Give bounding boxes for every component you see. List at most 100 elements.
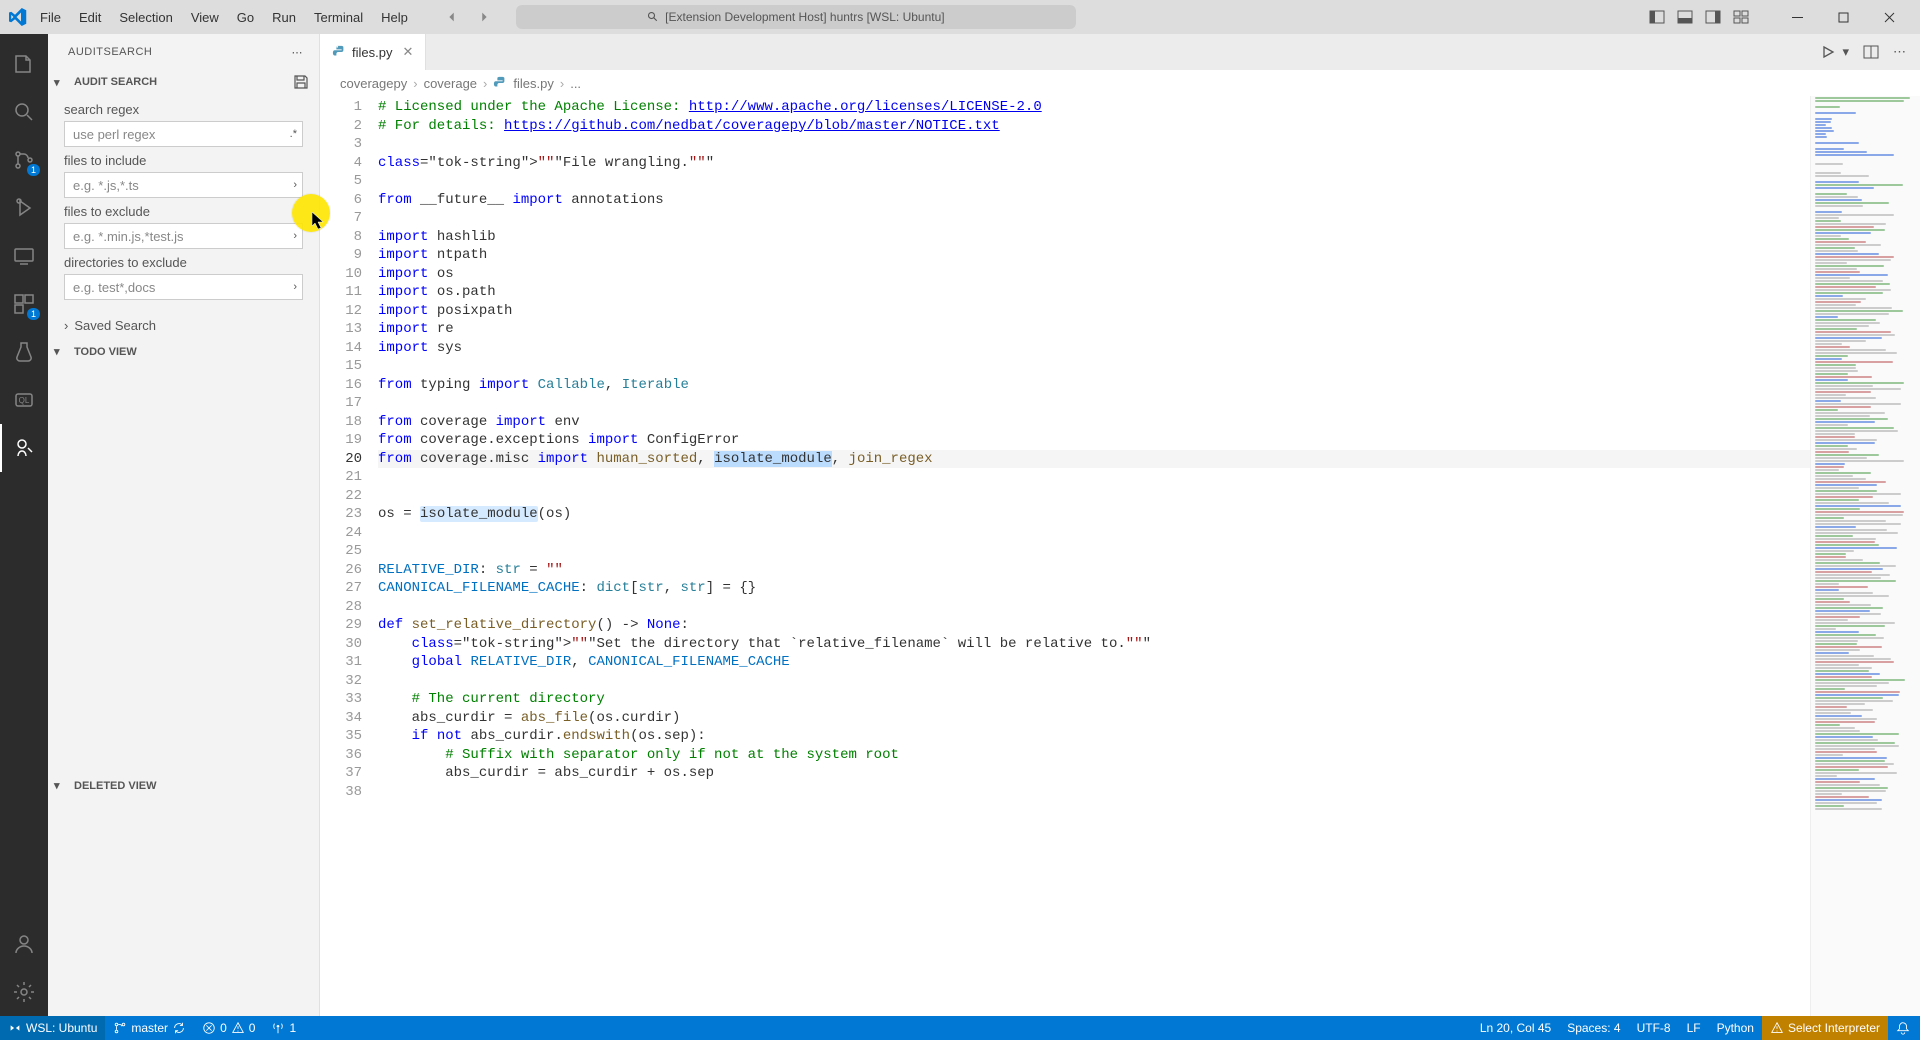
audit-search-fields: search regex .* files to include › files… — [48, 94, 319, 310]
maximize-button[interactable] — [1820, 0, 1866, 34]
nav-arrows — [440, 5, 496, 29]
activity-bar: 1 1 QL — [0, 34, 48, 1016]
error-icon — [202, 1021, 216, 1035]
files-exclude-label: files to exclude — [64, 204, 303, 219]
breadcrumb[interactable]: coveragepy › coverage › files.py › ... — [320, 70, 1920, 96]
activity-extensions-icon[interactable]: 1 — [0, 280, 48, 328]
command-center-text: [Extension Development Host] huntrs [WSL… — [665, 10, 944, 24]
notifications[interactable] — [1888, 1016, 1920, 1040]
svg-text:QL: QL — [19, 396, 30, 405]
activity-search-icon[interactable] — [0, 88, 48, 136]
minimize-button[interactable] — [1774, 0, 1820, 34]
remote-indicator[interactable]: WSL: Ubuntu — [0, 1016, 105, 1040]
activity-remote-icon[interactable] — [0, 232, 48, 280]
menu-file[interactable]: File — [32, 6, 69, 29]
code-content[interactable]: # Licensed under the Apache License: htt… — [378, 96, 1810, 1016]
menu-terminal[interactable]: Terminal — [306, 6, 371, 29]
git-branch[interactable]: master — [105, 1016, 194, 1040]
activity-explorer-icon[interactable] — [0, 40, 48, 88]
section-audit-search-label: AUDIT SEARCH — [74, 76, 157, 88]
section-todo-view[interactable]: ▾ TODO VIEW — [48, 341, 319, 362]
toggle-panel-icon[interactable] — [1676, 8, 1694, 26]
toggle-secondary-sidebar-icon[interactable] — [1704, 8, 1722, 26]
run-icon[interactable] — [1820, 44, 1836, 60]
nav-forward-icon[interactable] — [472, 5, 496, 29]
warning-icon — [231, 1021, 245, 1035]
split-editor-icon[interactable] — [1863, 44, 1879, 60]
activity-settings-icon[interactable] — [0, 968, 48, 1016]
select-interpreter[interactable]: Select Interpreter — [1762, 1016, 1888, 1040]
files-exclude-input[interactable] — [64, 223, 303, 249]
sidebar-header: AUDITSEARCH ⋯ — [48, 34, 319, 70]
close-button[interactable] — [1866, 0, 1912, 34]
crumb-3[interactable]: ... — [570, 76, 581, 91]
menu-help[interactable]: Help — [373, 6, 416, 29]
close-icon[interactable]: ✕ — [402, 44, 413, 60]
editor-body[interactable]: 1234567891011121314151617181920212223242… — [320, 96, 1920, 1016]
crumb-2[interactable]: files.py — [513, 76, 553, 91]
history-chevron-icon[interactable]: › — [293, 179, 297, 191]
history-chevron-icon[interactable]: › — [293, 281, 297, 293]
menu-selection[interactable]: Selection — [111, 6, 180, 29]
minimap[interactable] — [1810, 96, 1920, 1016]
problems[interactable]: 0 0 — [194, 1016, 263, 1040]
indentation[interactable]: Spaces: 4 — [1559, 1016, 1628, 1040]
chevron-down-icon[interactable]: ▾ — [1842, 44, 1849, 60]
ports[interactable]: 1 — [263, 1016, 304, 1040]
dirs-exclude-input[interactable] — [64, 274, 303, 300]
menu-run[interactable]: Run — [264, 6, 304, 29]
language-mode[interactable]: Python — [1709, 1016, 1762, 1040]
search-regex-input[interactable] — [64, 121, 303, 147]
python-file-icon — [332, 45, 346, 59]
window-controls — [1774, 0, 1912, 34]
menu-view[interactable]: View — [183, 6, 227, 29]
activity-scm-icon[interactable]: 1 — [0, 136, 48, 184]
nav-back-icon[interactable] — [440, 5, 464, 29]
more-actions-icon[interactable]: ⋯ — [292, 46, 304, 59]
radio-tower-icon — [271, 1021, 285, 1035]
tab-actions: ▾ ⋯ — [1820, 34, 1920, 70]
chevron-right-icon: › — [560, 76, 564, 91]
main-menu: File Edit Selection View Go Run Terminal… — [32, 6, 416, 29]
section-deleted-view[interactable]: ▾ DELETED VIEW — [48, 775, 319, 796]
warning-count: 0 — [249, 1021, 256, 1035]
save-icon[interactable] — [293, 74, 309, 90]
files-include-label: files to include — [64, 153, 303, 168]
tab-files-py[interactable]: files.py ✕ — [320, 34, 426, 70]
customize-layout-icon[interactable] — [1732, 8, 1750, 26]
branch-name: master — [131, 1021, 168, 1035]
eol[interactable]: LF — [1679, 1016, 1709, 1040]
tab-bar: files.py ✕ ▾ ⋯ — [320, 34, 1920, 70]
more-icon[interactable]: ⋯ — [1893, 44, 1906, 60]
interpreter-label: Select Interpreter — [1788, 1021, 1880, 1035]
cursor-position[interactable]: Ln 20, Col 45 — [1472, 1016, 1559, 1040]
chevron-right-icon: › — [64, 318, 68, 333]
toggle-primary-sidebar-icon[interactable] — [1648, 8, 1666, 26]
chevron-right-icon: › — [413, 76, 417, 91]
section-todo-view-label: TODO VIEW — [74, 346, 137, 358]
activity-auditsearch-icon[interactable] — [0, 424, 48, 472]
history-chevron-icon[interactable]: › — [293, 230, 297, 242]
menu-edit[interactable]: Edit — [71, 6, 109, 29]
title-bar: File Edit Selection View Go Run Terminal… — [0, 0, 1920, 34]
saved-search-label: Saved Search — [74, 318, 156, 333]
sidebar-title: AUDITSEARCH — [68, 46, 152, 58]
crumb-1[interactable]: coverage — [424, 76, 477, 91]
menu-go[interactable]: Go — [229, 6, 262, 29]
command-center[interactable]: [Extension Development Host] huntrs [WSL… — [516, 5, 1076, 29]
regex-icon[interactable]: .* — [290, 128, 297, 140]
chevron-down-icon: ▾ — [54, 345, 70, 358]
chevron-down-icon: ▾ — [54, 76, 70, 89]
activity-ql-icon[interactable]: QL — [0, 376, 48, 424]
tab-label: files.py — [352, 45, 392, 60]
activity-accounts-icon[interactable] — [0, 920, 48, 968]
activity-testing-icon[interactable] — [0, 328, 48, 376]
line-number-gutter: 1234567891011121314151617181920212223242… — [320, 96, 378, 1016]
encoding[interactable]: UTF-8 — [1629, 1016, 1679, 1040]
files-include-input[interactable] — [64, 172, 303, 198]
saved-search[interactable]: › Saved Search — [48, 310, 319, 341]
activity-debug-icon[interactable] — [0, 184, 48, 232]
crumb-0[interactable]: coveragepy — [340, 76, 407, 91]
chevron-right-icon: › — [483, 76, 487, 91]
section-audit-search[interactable]: ▾ AUDIT SEARCH — [48, 70, 319, 94]
